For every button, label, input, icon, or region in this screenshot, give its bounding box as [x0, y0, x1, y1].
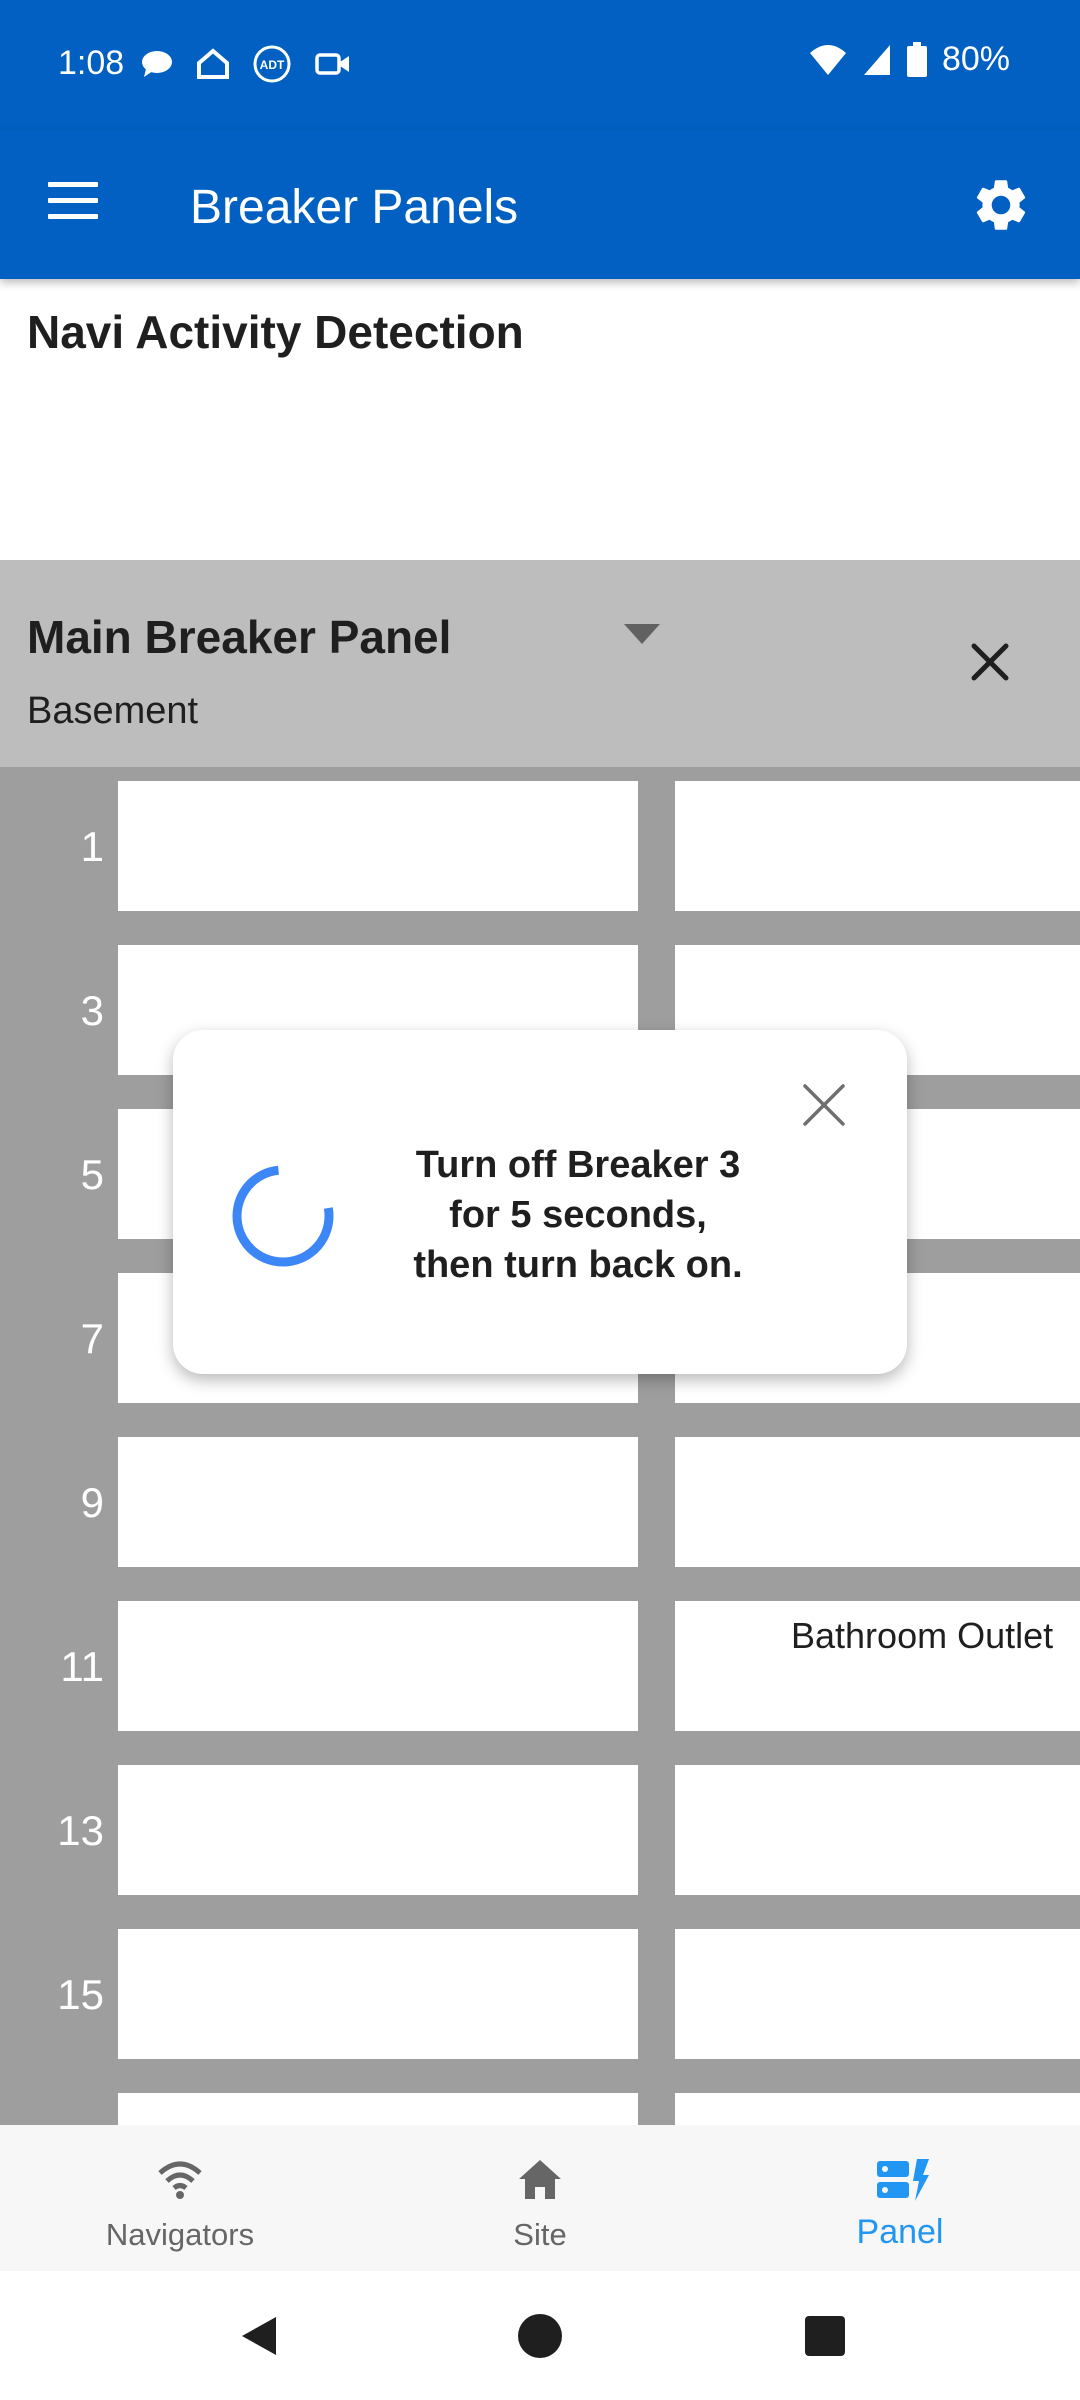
breaker-slot-left[interactable]: [118, 781, 638, 911]
breaker-slot-right[interactable]: Bathroom Outlet: [675, 1601, 1080, 1731]
popup-message-line: Turn off Breaker 3: [415, 1144, 741, 1186]
breaker-slot-right[interactable]: [675, 2093, 1080, 2125]
close-icon[interactable]: [801, 1082, 847, 1128]
panel-name: Main Breaker Panel: [27, 611, 452, 663]
nav-navigators[interactable]: Navigators: [30, 2125, 330, 2271]
battery-percent: 80%: [941, 40, 1010, 78]
popup-message-line: for 5 seconds,: [449, 1194, 707, 1236]
system-navigation-bar: [0, 2271, 1080, 2400]
loading-spinner-icon: [232, 1165, 334, 1267]
breaker-slot-left[interactable]: [118, 2093, 638, 2125]
breaker-slot-right[interactable]: [675, 1929, 1080, 2059]
nav-site[interactable]: Site: [390, 2125, 690, 2271]
dropdown-arrow-icon[interactable]: [622, 622, 662, 646]
svg-text:ADT: ADT: [260, 58, 285, 72]
breaker-slot-left[interactable]: [118, 1601, 638, 1731]
status-time: 1:08: [58, 44, 125, 82]
breaker-number: 13: [57, 1807, 104, 1854]
breaker-slot-left[interactable]: [118, 1929, 638, 2059]
breaker-number: 5: [80, 1151, 104, 1198]
wifi-icon: [809, 44, 846, 75]
bottom-navigation: Navigators Site Panel: [0, 2125, 1080, 2271]
instruction-popup: Turn off Breaker 3 for 5 seconds, then t…: [173, 1030, 907, 1374]
section-title: Navi Activity Detection: [27, 306, 524, 358]
status-notification-icons: ADT: [140, 44, 352, 84]
popup-message: Turn off Breaker 3 for 5 seconds, then t…: [403, 1140, 753, 1290]
breaker-number: 15: [57, 1971, 104, 2018]
popup-message-line: then turn back on.: [413, 1244, 743, 1286]
page-title: Breaker Panels: [190, 181, 519, 234]
wifi-icon: [158, 2161, 202, 2199]
breaker-slot-left[interactable]: [118, 1437, 638, 1567]
breaker-slot-right[interactable]: [675, 1765, 1080, 1895]
breaker-number: 1: [80, 823, 104, 870]
gear-icon[interactable]: [970, 174, 1032, 236]
recents-icon[interactable]: [800, 2311, 850, 2361]
breaker-grid: 1 3 5 7 9 11 Bathroom Outlet 13 15: [0, 767, 1080, 2125]
home-icon: [519, 2160, 561, 2199]
close-icon[interactable]: [966, 638, 1014, 686]
panel-header: Main Breaker Panel Basement: [0, 560, 1080, 767]
nav-label: Panel: [856, 2213, 944, 2251]
breaker-number: 11: [60, 1643, 104, 1690]
menu-icon[interactable]: [48, 182, 98, 222]
back-icon[interactable]: [234, 2311, 284, 2361]
nav-panel[interactable]: Panel: [750, 2125, 1050, 2271]
adt-icon: ADT: [253, 45, 291, 83]
home-outline-icon: [197, 48, 229, 79]
app-bar: Breaker Panels: [0, 130, 1080, 279]
breaker-number: 3: [80, 987, 104, 1034]
breaker-slot-left[interactable]: [118, 1765, 638, 1895]
breaker-number: 7: [80, 1315, 104, 1362]
nav-label: Navigators: [105, 2217, 255, 2252]
panel-location: Basement: [27, 690, 199, 732]
breaker-number: 9: [80, 1479, 104, 1526]
status-system-icons: 80%: [808, 40, 1010, 79]
status-bar: 1:08 ADT 80%: [0, 0, 1080, 130]
breaker-slot-right[interactable]: [675, 781, 1080, 911]
nav-label: Site: [513, 2217, 567, 2252]
breaker-label: Bathroom Outlet: [791, 1615, 1054, 1656]
battery-icon: [906, 41, 927, 77]
home-circle-icon[interactable]: [515, 2311, 565, 2361]
video-camera-icon: [315, 53, 349, 75]
chat-bubble-icon: [142, 51, 172, 77]
panel-icon: [877, 2159, 929, 2201]
signal-icon: [863, 44, 890, 75]
breaker-slot-right[interactable]: [675, 1437, 1080, 1567]
